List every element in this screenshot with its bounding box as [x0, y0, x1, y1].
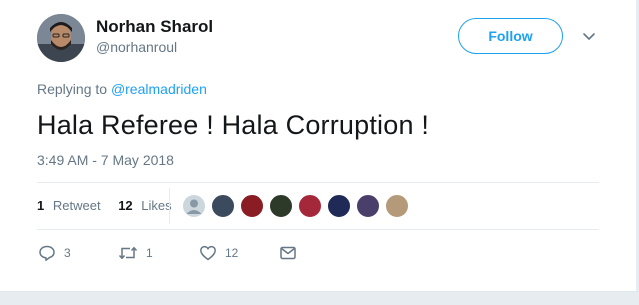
liker-avatar[interactable] — [356, 194, 380, 218]
likes-stat-label: Likes — [141, 198, 172, 213]
reply-context: Replying to @realmadriden — [37, 81, 207, 97]
divider — [37, 229, 599, 230]
like-count: 12 — [225, 246, 239, 260]
chevron-down-icon[interactable] — [581, 28, 597, 44]
retweet-stat[interactable]: 1 Retweet — [37, 198, 104, 213]
heart-icon — [200, 245, 216, 261]
retweet-stat-label: Retweet — [52, 198, 101, 213]
reply-count: 3 — [64, 246, 71, 260]
retweet-action[interactable]: 1 — [118, 243, 153, 263]
liker-avatar[interactable] — [385, 194, 409, 218]
direct-message-action[interactable] — [279, 243, 297, 263]
liker-avatar[interactable] — [211, 194, 235, 218]
author-name[interactable]: Norhan Sharol — [96, 17, 213, 37]
page-background-strip — [0, 291, 639, 305]
likes-stat-count: 12 — [118, 198, 133, 213]
retweet-stat-count: 1 — [37, 198, 45, 213]
reply-icon — [39, 245, 55, 261]
tweet-stats: 1 Retweet 12 Likes — [37, 198, 172, 213]
stats-separator — [169, 188, 170, 224]
liker-avatar[interactable] — [298, 194, 322, 218]
tweet-card: Norhan Sharol @norhanroul Follow Replyin… — [0, 0, 639, 291]
reply-mention-link[interactable]: @realmadriden — [111, 81, 207, 97]
author-handle[interactable]: @norhanroul — [96, 39, 177, 55]
reply-action[interactable]: 3 — [38, 243, 71, 263]
like-action[interactable]: 12 — [199, 243, 238, 263]
liker-avatar[interactable] — [269, 194, 293, 218]
likes-stat[interactable]: 12 Likes — [118, 198, 171, 213]
retweet-icon — [118, 246, 138, 260]
liker-avatar[interactable] — [240, 194, 264, 218]
tweet-timestamp[interactable]: 3:49 AM - 7 May 2018 — [37, 152, 174, 168]
liker-avatar[interactable] — [182, 194, 206, 218]
follow-button[interactable]: Follow — [458, 18, 563, 54]
reply-context-prefix: Replying to — [37, 81, 108, 97]
retweet-count: 1 — [146, 246, 153, 260]
tweet-text: Hala Referee ! Hala Corruption ! — [37, 110, 430, 140]
divider — [37, 182, 599, 183]
author-avatar[interactable] — [37, 14, 85, 62]
liker-avatar[interactable] — [327, 194, 351, 218]
envelope-icon — [280, 246, 296, 260]
